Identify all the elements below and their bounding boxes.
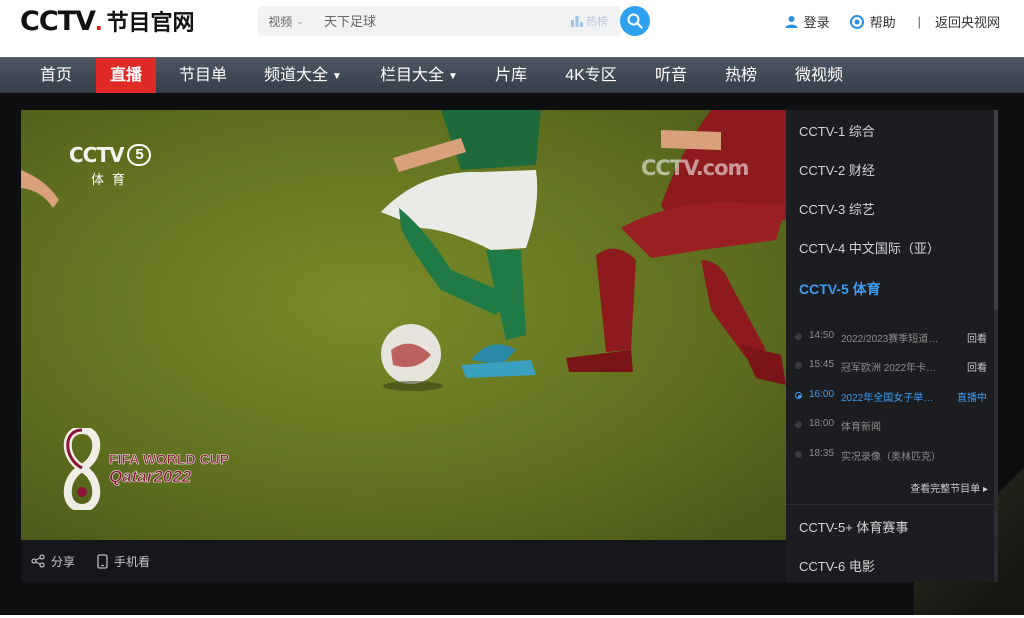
- watch-on-mobile-button[interactable]: 手机看: [97, 553, 150, 570]
- user-icon: [785, 16, 798, 28]
- channel-logo-number: 5: [127, 144, 152, 166]
- hot-list-link[interactable]: 热榜: [571, 6, 608, 36]
- channel-list-divider: [786, 504, 994, 505]
- nav-item-hot[interactable]: 热榜: [718, 58, 764, 94]
- top-links: 登录 帮助 | 返回央视网: [785, 12, 1000, 31]
- help-label: 帮助: [869, 15, 896, 30]
- schedule-time: 16:00: [809, 389, 835, 400]
- login-label: 登录: [803, 15, 830, 30]
- channel-logo-text: CCTV: [69, 143, 124, 167]
- channel-list: CCTV-1 综合 CCTV-2 财经 CCTV-3 综艺 CCTV-4 中文国…: [786, 110, 998, 582]
- logo-dot: .: [94, 5, 103, 36]
- channel-item-cctv2[interactable]: CCTV-2 财经: [799, 160, 875, 179]
- live-stage: CCTV 5 体育 CCTV.com FIFA WORLD CUP Qatar2…: [0, 93, 1024, 615]
- event-subtitle: Qatar2022: [109, 467, 192, 487]
- channel-item-cctv6[interactable]: CCTV-6 电影: [799, 556, 875, 575]
- replay-link[interactable]: 回看: [967, 359, 987, 374]
- mobile-label: 手机看: [114, 554, 151, 569]
- event-logo: FIFA WORLD CUP Qatar2022: [61, 428, 229, 510]
- login-link[interactable]: 登录: [785, 12, 830, 31]
- nav-item-schedule[interactable]: 节目单: [172, 58, 234, 94]
- share-label: 分享: [51, 554, 76, 569]
- nav-item-label: 栏目大全: [380, 67, 445, 84]
- schedule-title: 体育新闻: [841, 422, 881, 433]
- live-now-badge: 直播中: [957, 393, 987, 404]
- nav-item-label: 热榜: [724, 67, 757, 84]
- schedule-time: 15:45: [809, 359, 835, 370]
- search-type-select[interactable]: 视频 ⌄: [258, 6, 314, 36]
- nav-item-micro-video[interactable]: 微视频: [788, 58, 850, 94]
- nav-item-channels[interactable]: 频道大全 ▼: [258, 58, 348, 94]
- site-logo[interactable]: CCTV . 节目官网: [20, 5, 195, 37]
- schedule-title: 实况录像（奥林匹克）: [841, 452, 941, 463]
- schedule-row: 18:00 体育新闻: [786, 414, 994, 436]
- back-to-cctv-link[interactable]: 返回央视网: [935, 12, 1000, 31]
- share-icon: [31, 554, 45, 568]
- live-radio-icon: [795, 392, 802, 399]
- schedule-title: 冠军欧洲 2022年卡塔尔: [841, 363, 941, 374]
- channel-item-cctv5-active[interactable]: CCTV-5 体育: [799, 279, 881, 299]
- schedule-dot-icon: [795, 362, 802, 369]
- hot-list-label: 热榜: [586, 16, 608, 28]
- search-type-label: 视频: [268, 14, 293, 29]
- channel-item-cctv1[interactable]: CCTV-1 综合: [799, 121, 875, 140]
- chevron-down-icon: ⌄: [296, 15, 304, 26]
- bar-chart-icon: [571, 15, 583, 27]
- channel-logo-overlay: CCTV 5 体育: [69, 143, 152, 188]
- schedule-dot-icon: [795, 451, 802, 458]
- nav-item-4k[interactable]: 4K专区: [558, 58, 624, 94]
- schedule-row[interactable]: 14:50 2022/2023赛季短道速滑 回看: [786, 326, 994, 348]
- share-button[interactable]: 分享: [31, 553, 75, 570]
- cctv-watermark: CCTV.com: [641, 156, 749, 180]
- help-headset-icon: [849, 14, 864, 29]
- nav-item-label: 首页: [39, 67, 72, 84]
- video-player[interactable]: CCTV 5 体育 CCTV.com FIFA WORLD CUP Qatar2…: [21, 110, 786, 540]
- nav-item-label: 节目单: [178, 67, 227, 84]
- player-toolbar: 分享 手机看: [21, 540, 786, 582]
- channel-list-scrollbar[interactable]: [994, 110, 998, 582]
- schedule-title: 2022/2023赛季短道速滑: [841, 334, 941, 345]
- channel-logo-cn: 体育: [91, 172, 134, 187]
- nav-item-label: 直播: [109, 67, 142, 84]
- event-title: FIFA WORLD CUP: [109, 451, 230, 468]
- full-schedule-link[interactable]: 查看完整节目单 ▸: [910, 480, 988, 495]
- schedule-title: 2022年全国女子举重锦标赛: [841, 393, 941, 404]
- search-icon: [627, 13, 643, 29]
- schedule-time: 14:50: [809, 330, 835, 341]
- nav-item-label: 4K专区: [565, 67, 617, 84]
- channel-item-cctv5plus[interactable]: CCTV-5+ 体育赛事: [799, 517, 908, 536]
- nav-item-columns[interactable]: 栏目大全 ▼: [374, 58, 464, 94]
- help-link[interactable]: 帮助: [849, 12, 896, 31]
- scrollbar-thumb[interactable]: [994, 110, 998, 310]
- nav-item-home[interactable]: 首页: [28, 58, 84, 94]
- search-bar: 视频 ⌄ 热榜: [258, 6, 650, 36]
- channel-item-cctv3[interactable]: CCTV-3 综艺: [799, 199, 875, 218]
- nav-item-audio[interactable]: 听音: [648, 58, 694, 94]
- search-button[interactable]: [620, 6, 650, 36]
- schedule-row: 18:35 实况录像（奥林匹克）: [786, 444, 994, 466]
- site-header: CCTV . 节目官网 视频 ⌄ 热榜 登录 帮助 | 返回央视网: [0, 0, 1024, 57]
- nav-item-label: 微视频: [794, 67, 843, 84]
- schedule-dot-icon: [795, 333, 802, 340]
- schedule-dot-icon: [795, 421, 802, 428]
- link-separator: |: [917, 14, 921, 29]
- nav-item-label: 频道大全: [264, 67, 329, 84]
- nav-item-label: 听音: [654, 67, 687, 84]
- caret-down-icon: ▼: [448, 71, 458, 82]
- nav-item-live[interactable]: 直播: [96, 58, 156, 94]
- caret-down-icon: ▼: [332, 71, 342, 82]
- schedule-row[interactable]: 15:45 冠军欧洲 2022年卡塔尔 回看: [786, 355, 994, 377]
- world-cup-emblem-icon: [63, 428, 101, 510]
- schedule-time: 18:35: [809, 448, 835, 459]
- mobile-phone-icon: [97, 553, 108, 569]
- schedule-time: 18:00: [809, 418, 835, 429]
- replay-link[interactable]: 回看: [967, 330, 987, 345]
- channel-item-cctv4[interactable]: CCTV-4 中文国际（亚）: [799, 238, 940, 257]
- main-nav: 首页 直播 节目单 频道大全 ▼ 栏目大全 ▼ 片库 4K专区 听音 热榜 微视频: [0, 57, 1024, 94]
- nav-item-label: 片库: [494, 67, 527, 84]
- logo-program-site-text: 节目官网: [106, 11, 195, 36]
- nav-item-library[interactable]: 片库: [488, 58, 534, 94]
- logo-cctv-text: CCTV: [20, 5, 96, 37]
- schedule-row-live[interactable]: 16:00 2022年全国女子举重锦标赛 直播中: [786, 385, 994, 407]
